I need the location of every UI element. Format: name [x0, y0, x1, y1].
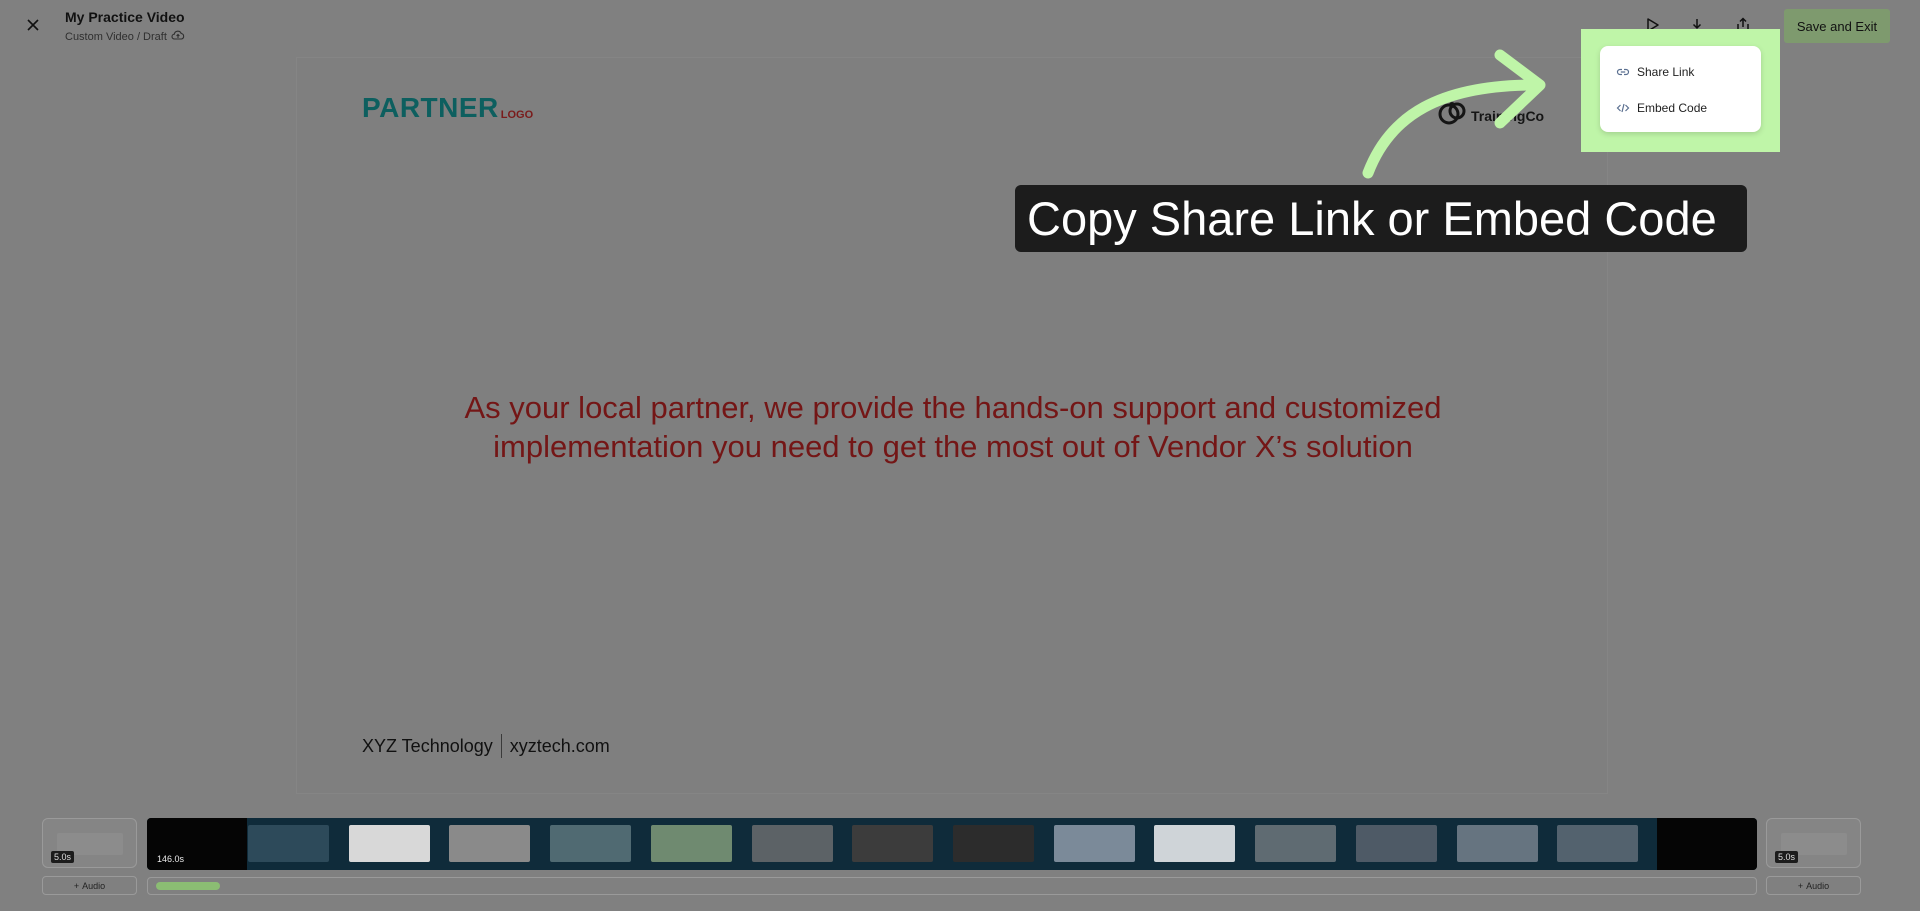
main-clip-strip[interactable]: 146.0s — [147, 818, 1757, 870]
plus-icon: + — [1797, 880, 1804, 891]
clip-frame-thumbnail — [1255, 825, 1337, 862]
clip-duration: 146.0s — [157, 854, 185, 864]
clip-frame-thumbnail — [1355, 825, 1437, 862]
clip-duration: 5.0s — [1775, 851, 1799, 863]
callout-arrow-icon — [1362, 49, 1546, 179]
link-icon — [1616, 65, 1630, 79]
menu-item-label: Embed Code — [1637, 101, 1708, 115]
clip-frame-thumbnail — [1053, 825, 1135, 862]
project-title: My Practice Video — [65, 9, 185, 25]
progress-fill — [156, 882, 220, 890]
footer-company: XYZ Technology — [362, 735, 493, 756]
clip-frame-thumbnail — [1557, 825, 1639, 862]
footer-divider — [500, 734, 502, 758]
right-clip[interactable]: 5.0s — [1766, 818, 1861, 868]
project-subtitle: Custom Video / Draft — [65, 29, 185, 44]
partner-logo: PARTNER LOGO — [362, 94, 533, 122]
footer-website: xyztech.com — [509, 735, 610, 756]
clip-frame-thumbnail — [650, 825, 732, 862]
menu-item-label: Share Link — [1637, 65, 1695, 79]
partner-logo-text: PARTNER — [362, 92, 499, 123]
audio-label: Audio — [1806, 880, 1830, 891]
slide-body-text: As your local partner, we provide the ha… — [297, 388, 1609, 466]
clip-end-segment — [1657, 818, 1757, 870]
left-clip[interactable]: 5.0s — [42, 818, 137, 868]
add-audio-button-left[interactable]: + Audio — [42, 876, 137, 895]
clip-frame-thumbnail — [550, 825, 632, 862]
menu-item-share-link[interactable]: Share Link — [1600, 55, 1761, 89]
code-icon — [1616, 101, 1630, 115]
tutorial-callout: Copy Share Link or Embed Code — [1015, 185, 1747, 252]
partner-logo-subtext: LOGO — [500, 109, 534, 121]
clip-frame-thumbnail — [953, 825, 1034, 862]
plus-icon: + — [73, 880, 80, 891]
clip-frame-thumbnail — [248, 825, 329, 862]
audio-label: Audio — [82, 880, 106, 891]
cloud-upload-icon — [171, 29, 185, 44]
slide-body-line-2: implementation you need to get the most … — [493, 429, 1413, 464]
clip-frame-thumbnail — [348, 825, 430, 862]
callout-text: Copy Share Link or Embed Code — [1027, 192, 1717, 245]
slide-footer: XYZ Technology xyztech.com — [362, 734, 610, 758]
menu-item-embed-code[interactable]: Embed Code — [1600, 91, 1761, 125]
clip-frame-thumbnail — [852, 825, 934, 862]
breadcrumb: Custom Video / Draft — [65, 30, 167, 43]
save-and-exit-button[interactable]: Save and Exit — [1784, 9, 1890, 43]
audio-progress-track[interactable] — [147, 877, 1757, 895]
clip-duration: 5.0s — [51, 851, 75, 863]
share-dropdown-menu: Share Link Embed Code — [1600, 46, 1761, 132]
clip-frame-thumbnail — [1456, 825, 1538, 862]
clip-frame-thumbnail — [449, 825, 531, 862]
close-icon[interactable] — [22, 14, 44, 36]
add-audio-button-right[interactable]: + Audio — [1766, 876, 1861, 895]
clip-frame-thumbnail — [1154, 825, 1236, 862]
clip-frame-thumbnail — [751, 825, 833, 862]
slide-body-line-1: As your local partner, we provide the ha… — [464, 390, 1442, 425]
